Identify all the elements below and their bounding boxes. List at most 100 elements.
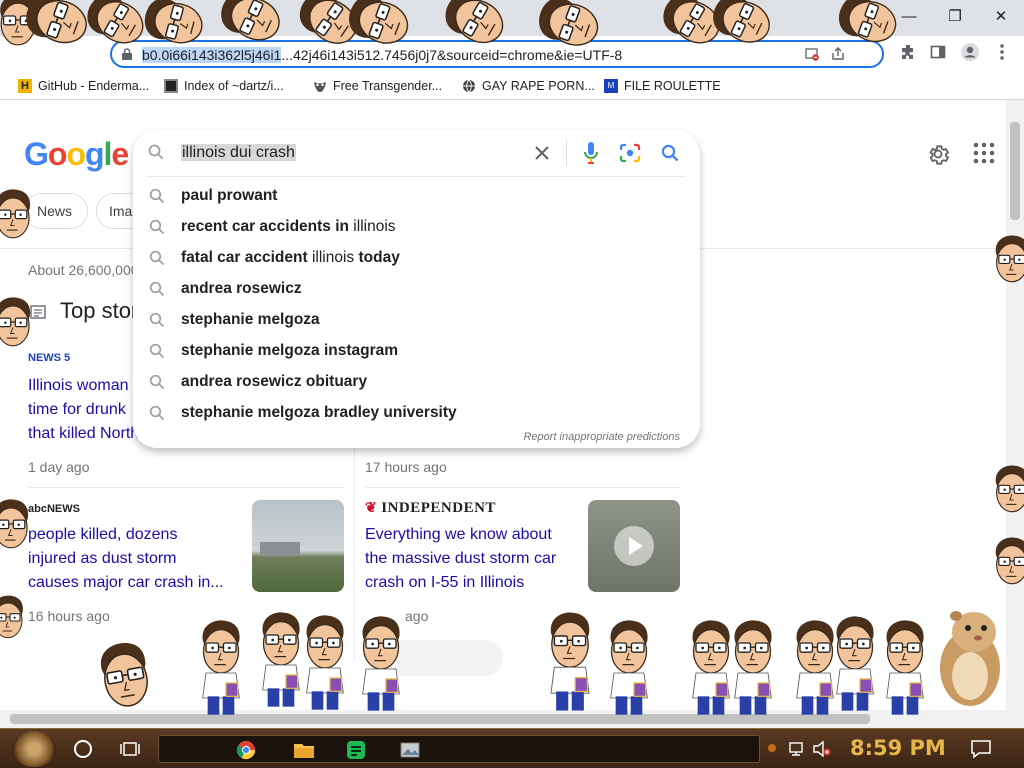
- logo-letter: o: [47, 136, 68, 172]
- logo-letter: l: [103, 136, 113, 172]
- suggestion-item[interactable]: andrea rosewicz obituary: [133, 366, 700, 397]
- row-divider: [28, 487, 344, 488]
- chip-label: News: [37, 203, 73, 219]
- taskbar-app-tray: [158, 735, 760, 763]
- chip-label: Ima: [109, 203, 133, 219]
- taskbar: 8:59 PM: [0, 728, 1024, 768]
- close-window-button[interactable]: ✕: [978, 0, 1024, 32]
- cartoon-figure: [728, 612, 778, 724]
- chip-news[interactable]: News: [24, 193, 88, 229]
- google-logo[interactable]: Google: [24, 136, 129, 173]
- search-autocomplete-panel: illinois dui crash paul prowant recent c…: [133, 130, 700, 448]
- more-news-button[interactable]: [385, 640, 503, 676]
- cartoon-figure: [196, 612, 246, 724]
- start-button[interactable]: [12, 731, 56, 767]
- story-time: 16 hours ago: [28, 608, 110, 624]
- photos-icon[interactable]: [399, 740, 421, 760]
- share-icon[interactable]: [828, 44, 848, 64]
- network-icon[interactable]: [788, 740, 806, 758]
- camera-search-icon[interactable]: [619, 142, 641, 164]
- profile-avatar-icon[interactable]: [958, 40, 982, 64]
- story-time: ago: [405, 608, 429, 624]
- story-title-line: the massive dust storm car: [365, 550, 557, 567]
- suggestion-text: andrea rosewicz obituary: [181, 373, 367, 391]
- lock-icon[interactable]: [120, 47, 134, 61]
- panel-divider: [147, 176, 686, 177]
- sticky-notes-icon[interactable]: [345, 740, 367, 760]
- bookmark-label: GAY RAPE PORN...: [482, 79, 595, 93]
- logo-letter: g: [84, 136, 105, 172]
- url-remaining-text: ...42j46i143i512.7456j0j7&sourceid=chrom…: [281, 47, 623, 63]
- search-icon: [149, 374, 165, 390]
- news-source-label: NEWS 5: [28, 352, 71, 364]
- story-title-line: causes major car crash in...: [28, 574, 224, 591]
- cartoon-figure: [544, 602, 596, 722]
- report-predictions-link[interactable]: Report inappropriate predictions: [523, 431, 680, 443]
- suggestion-item[interactable]: andrea rosewicz: [133, 273, 700, 304]
- suggestion-bold: fatal car accident: [181, 248, 308, 266]
- task-view-icon[interactable]: [120, 739, 140, 759]
- eagle-icon: ❦: [365, 501, 378, 516]
- suggestion-text: fatal car accident illinois today: [181, 249, 400, 267]
- suggestion-item[interactable]: recent car accidents in illinois: [133, 211, 700, 242]
- search-divider: [566, 140, 567, 166]
- minimize-button[interactable]: —: [886, 0, 932, 32]
- side-panel-icon[interactable]: [926, 40, 950, 64]
- settings-gear-icon[interactable]: [926, 142, 950, 171]
- video-thumbnail[interactable]: [588, 500, 680, 592]
- story-title-line: time for drunk: [28, 401, 126, 418]
- bookmark-globe-link[interactable]: GAY RAPE PORN...: [462, 77, 595, 95]
- suggestion-text: stephanie melgoza instagram: [181, 342, 398, 360]
- horizontal-scroll-thumb[interactable]: [10, 714, 870, 724]
- suggestion-item[interactable]: stephanie melgoza instagram: [133, 335, 700, 366]
- suggestion-item[interactable]: stephanie melgoza bradley university: [133, 397, 700, 428]
- suggestion-bold: paul prowant: [181, 186, 278, 204]
- story-link[interactable]: Illinois woman time for drunk that kille…: [28, 374, 139, 446]
- search-input[interactable]: illinois dui crash: [181, 142, 521, 164]
- file-explorer-icon[interactable]: [293, 740, 315, 760]
- bookmark-file-roulette[interactable]: M FILE ROULETTE: [604, 77, 721, 95]
- pixel-icon: [164, 79, 178, 93]
- clear-search-icon[interactable]: [531, 142, 553, 164]
- search-magnifier-icon: [145, 141, 167, 163]
- volume-muted-icon[interactable]: [812, 740, 832, 758]
- bookmark-index-dartz[interactable]: Index of ~dartz/i...: [164, 77, 284, 95]
- suggestion-bold: andrea rosewicz: [181, 279, 302, 297]
- address-bar-url[interactable]: b0.0i66i143i362l5j46i1...42j46i143i512.7…: [142, 45, 802, 65]
- suggestion-item[interactable]: stephanie melgoza: [133, 304, 700, 335]
- address-bar[interactable]: b0.0i66i143i362l5j46i1...42j46i143i512.7…: [110, 40, 884, 68]
- cartoon-figure-head: [0, 592, 28, 642]
- restore-button[interactable]: ❐: [932, 0, 978, 32]
- suggestion-item[interactable]: paul prowant: [133, 180, 700, 211]
- search-icon: [149, 219, 165, 235]
- story-thumbnail[interactable]: [252, 500, 344, 592]
- bookmark-label: FILE ROULETTE: [624, 79, 721, 93]
- search-submit-icon[interactable]: [659, 142, 681, 164]
- extensions-icon[interactable]: [896, 40, 920, 64]
- microphone-icon[interactable]: [580, 142, 602, 164]
- vertical-scroll-thumb[interactable]: [1010, 122, 1020, 220]
- chrome-menu-icon[interactable]: [990, 40, 1014, 64]
- suggestion-item[interactable]: fatal car accident illinois today: [133, 242, 700, 273]
- cartoon-figure: [256, 600, 306, 720]
- source-name: INDEPENDENT: [381, 500, 496, 516]
- suggestion-text: stephanie melgoza: [181, 311, 320, 329]
- story-title-line: that killed North: [28, 425, 140, 442]
- bookmark-transgender[interactable]: Free Transgender...: [313, 77, 442, 95]
- story-link[interactable]: people killed, dozens injured as dust st…: [28, 523, 224, 595]
- chrome-icon[interactable]: [235, 740, 257, 760]
- tray-overflow-icon[interactable]: [768, 744, 776, 752]
- search-icon: [149, 250, 165, 266]
- google-apps-icon[interactable]: [973, 142, 995, 169]
- suggestion-bold: stephanie melgoza bradley university: [181, 403, 457, 421]
- story-link[interactable]: Everything we know about the massive dus…: [365, 523, 556, 595]
- notifications-icon[interactable]: [970, 739, 992, 759]
- play-icon: [614, 526, 654, 566]
- cartoon-figure: [830, 606, 880, 722]
- blocked-popup-icon[interactable]: [802, 44, 822, 64]
- bookmark-github[interactable]: H GitHub - Enderma...: [18, 77, 149, 95]
- cortana-icon[interactable]: [74, 740, 92, 758]
- suggestion-bold: andrea rosewicz obituary: [181, 372, 368, 390]
- news-source-label: abcNEWS: [28, 503, 80, 515]
- taskbar-clock[interactable]: 8:59 PM: [850, 736, 946, 760]
